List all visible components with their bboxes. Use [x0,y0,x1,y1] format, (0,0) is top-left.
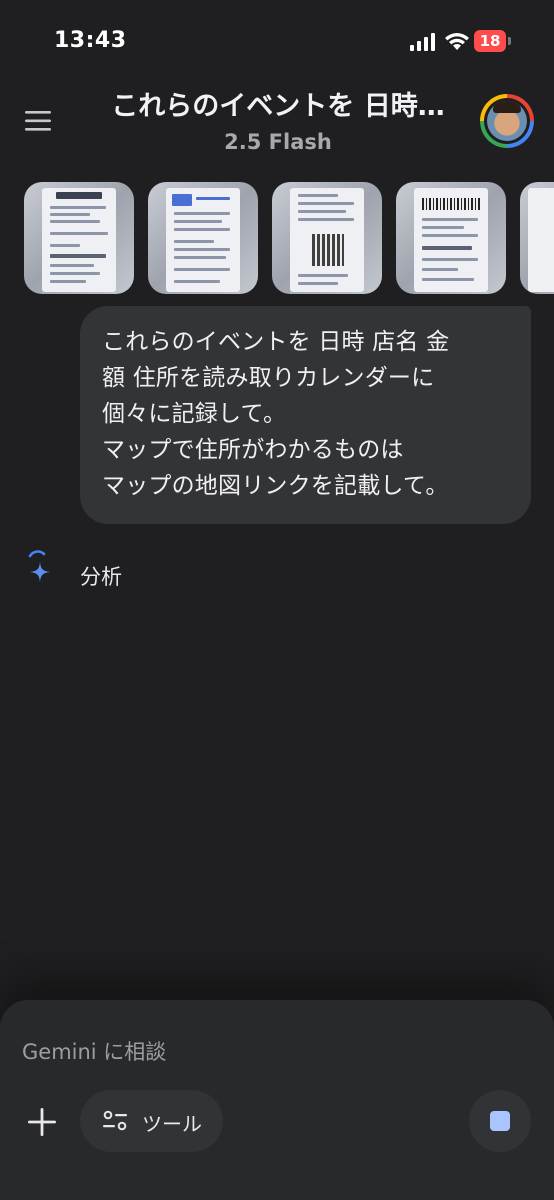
battery-cap [508,37,511,45]
battery-indicator: 18 [474,30,512,52]
status-bar: 13:43 18 [0,0,554,80]
message-line: マップで住所がわかるものは [102,437,404,463]
chat-title[interactable]: これらのイベントを 日時… [90,84,466,123]
receipt-thumbnail-1[interactable] [24,182,134,294]
battery-level: 18 [479,32,501,50]
tools-sliders-icon [103,1110,127,1131]
prompt-composer: Gemini に相談 ツール [0,1000,554,1200]
barcode-icon [422,198,480,210]
attachment-thumbnails [24,182,554,296]
qr-code-icon [312,234,344,266]
avatar-hair [493,101,521,113]
hamburger-menu-icon[interactable] [24,110,54,132]
receipt-thumbnail-2[interactable] [148,182,258,294]
gemini-chat-screen: 13:43 18 これらのイベントを 日時… 2.5 Flash これらのイベン… [0,0,554,1200]
prompt-input[interactable]: Gemini に相談 [22,1036,166,1066]
receipt-thumbnail-3[interactable] [272,182,382,294]
tools-button[interactable]: ツール [80,1090,223,1152]
analysis-status-label: 分析 [80,565,122,589]
receipt-image-icon [166,188,240,292]
receipt-image-icon [290,188,364,292]
message-line: マップの地図リンクを記載して。 [102,473,449,499]
receipt-image-icon [42,188,116,292]
message-line: 額 住所を読み取りカレンダーに [102,365,435,391]
receipt-thumbnail-4[interactable] [396,182,506,294]
stop-generation-button[interactable] [469,1090,531,1152]
battery-icon: 18 [474,30,506,52]
receipt-thumbnail-5[interactable] [520,182,554,294]
wifi-icon [445,33,469,50]
message-line: これらのイベントを 日時 店名 金 [102,329,450,355]
plus-icon[interactable] [22,1102,62,1142]
message-line: 個々に記録して。 [102,401,287,427]
status-time: 13:43 [54,28,127,53]
user-message-bubble: これらのイベントを 日時 店名 金 額 住所を読み取りカレンダーに 個々に記録し… [80,306,531,524]
profile-photo-icon [487,101,527,141]
stop-icon [490,1111,510,1131]
receipt-image-icon [414,188,488,292]
model-selector[interactable]: 2.5 Flash [90,130,466,154]
receipt-image-icon [528,188,554,292]
gemini-spark-icon [26,550,54,588]
tools-label: ツール [142,1112,202,1136]
account-avatar[interactable] [480,94,534,148]
cellular-signal-icon [410,33,435,51]
